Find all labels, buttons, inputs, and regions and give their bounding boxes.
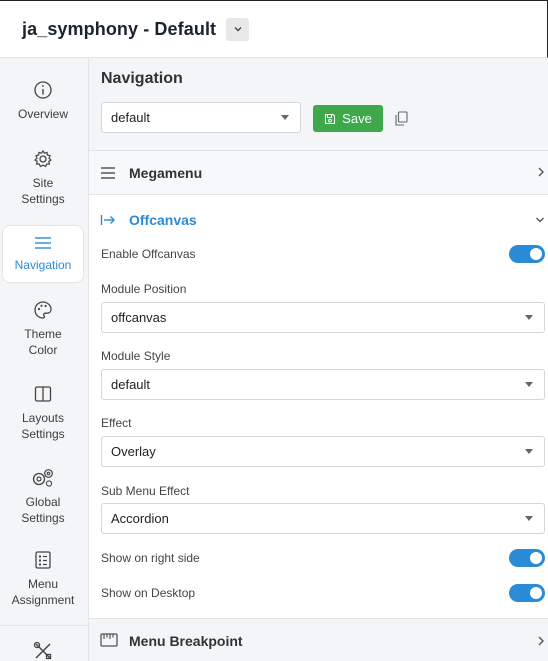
caret-down-icon bbox=[525, 449, 533, 454]
offcanvas-label: Offcanvas bbox=[129, 212, 197, 228]
page-title: ja_symphony - Default bbox=[22, 18, 217, 39]
megamenu-label: Megamenu bbox=[129, 164, 203, 181]
main-panel: Navigation default Save Megamenu Offcanv… bbox=[89, 58, 548, 661]
menu-breakpoint-accordion[interactable]: Menu Breakpoint bbox=[89, 618, 548, 661]
sidebar-item-global-settings[interactable]: Global Settings bbox=[2, 468, 84, 526]
toggle-knob bbox=[530, 248, 542, 260]
caret-down-icon bbox=[525, 315, 533, 320]
sidebar-item-label: Layouts Settings bbox=[21, 411, 65, 441]
sidebar-item-label: Site Settings bbox=[21, 176, 65, 206]
menu-icon bbox=[35, 237, 51, 249]
layout-icon bbox=[34, 386, 52, 402]
caret-down-icon bbox=[281, 115, 289, 120]
chevron-down-icon bbox=[536, 217, 544, 223]
effect-value: Overlay bbox=[111, 444, 156, 459]
enable-offcanvas-toggle[interactable] bbox=[509, 245, 545, 263]
section-title: Navigation bbox=[101, 70, 183, 87]
template-dropdown-button[interactable] bbox=[226, 17, 250, 41]
menu-breakpoint-label: Menu Breakpoint bbox=[129, 633, 243, 649]
arrow-right-to-bar-icon bbox=[100, 215, 115, 225]
show-desktop-label: Show on Desktop bbox=[101, 586, 196, 600]
info-icon bbox=[34, 81, 52, 99]
show-desktop-toggle[interactable] bbox=[509, 584, 545, 602]
ruler-icon bbox=[100, 633, 118, 647]
sub-menu-effect-select[interactable]: Accordion bbox=[101, 503, 545, 534]
preset-select-value: default bbox=[111, 110, 151, 125]
gear-icon bbox=[34, 149, 52, 168]
toggle-knob bbox=[530, 552, 542, 564]
caret-down-icon bbox=[525, 382, 533, 387]
module-position-value: offcanvas bbox=[111, 310, 167, 325]
app-header: ja_symphony - Default bbox=[0, 0, 548, 58]
module-position-select[interactable]: offcanvas bbox=[101, 302, 545, 333]
preset-select[interactable]: default bbox=[101, 102, 301, 133]
sidebar-item-label: Global Settings bbox=[21, 495, 65, 525]
floppy-disk-icon bbox=[325, 113, 336, 124]
module-style-select[interactable]: default bbox=[101, 369, 545, 400]
save-label: Save bbox=[342, 111, 372, 126]
save-button[interactable]: Save bbox=[313, 105, 383, 132]
effect-label: Effect bbox=[101, 416, 132, 430]
sidebar-item-label: Menu Assignment bbox=[11, 577, 75, 607]
sidebar-item-navigation[interactable]: Navigation bbox=[2, 225, 84, 283]
tools-icon bbox=[33, 641, 52, 660]
module-position-label: Module Position bbox=[101, 282, 187, 296]
sidebar-item-theme-color[interactable]: Theme Color bbox=[2, 300, 84, 358]
sidebar-divider bbox=[0, 625, 88, 626]
sidebar-item-menu-assignment[interactable]: Menu Assignment bbox=[2, 550, 84, 608]
toggle-knob bbox=[530, 587, 542, 599]
bars-icon bbox=[101, 166, 115, 179]
sidebar: Overview Site Settings Navigation Theme … bbox=[0, 58, 89, 661]
copy-icon[interactable] bbox=[395, 111, 408, 126]
sidebar-item-tools[interactable] bbox=[2, 640, 84, 661]
chevron-down-icon bbox=[234, 27, 242, 32]
palette-icon bbox=[34, 301, 52, 319]
offcanvas-accordion[interactable]: Offcanvas bbox=[89, 198, 548, 242]
module-style-value: default bbox=[111, 377, 151, 392]
chevron-right-icon bbox=[538, 636, 544, 646]
caret-down-icon bbox=[525, 516, 533, 521]
enable-offcanvas-label: Enable Offcanvas bbox=[101, 247, 196, 261]
sidebar-item-label: Navigation bbox=[14, 258, 72, 272]
module-style-label: Module Style bbox=[101, 349, 171, 363]
sub-menu-effect-value: Accordion bbox=[111, 511, 169, 526]
gears-icon bbox=[32, 469, 53, 487]
effect-select[interactable]: Overlay bbox=[101, 436, 545, 467]
sidebar-item-site-settings[interactable]: Site Settings bbox=[2, 149, 84, 207]
sub-menu-effect-label: Sub Menu Effect bbox=[101, 484, 190, 498]
show-right-side-label: Show on right side bbox=[101, 551, 200, 565]
sidebar-item-overview[interactable]: Overview bbox=[2, 80, 84, 122]
sidebar-item-label: Theme Color bbox=[24, 327, 62, 357]
sidebar-item-layouts-settings[interactable]: Layouts Settings bbox=[2, 384, 84, 442]
megamenu-accordion[interactable]: Megamenu bbox=[89, 151, 548, 195]
show-right-side-toggle[interactable] bbox=[509, 549, 545, 567]
list-icon bbox=[35, 551, 51, 569]
sidebar-item-label: Overview bbox=[17, 107, 68, 121]
navigation-header: Navigation default Save bbox=[89, 58, 548, 151]
chevron-right-icon bbox=[538, 167, 544, 177]
